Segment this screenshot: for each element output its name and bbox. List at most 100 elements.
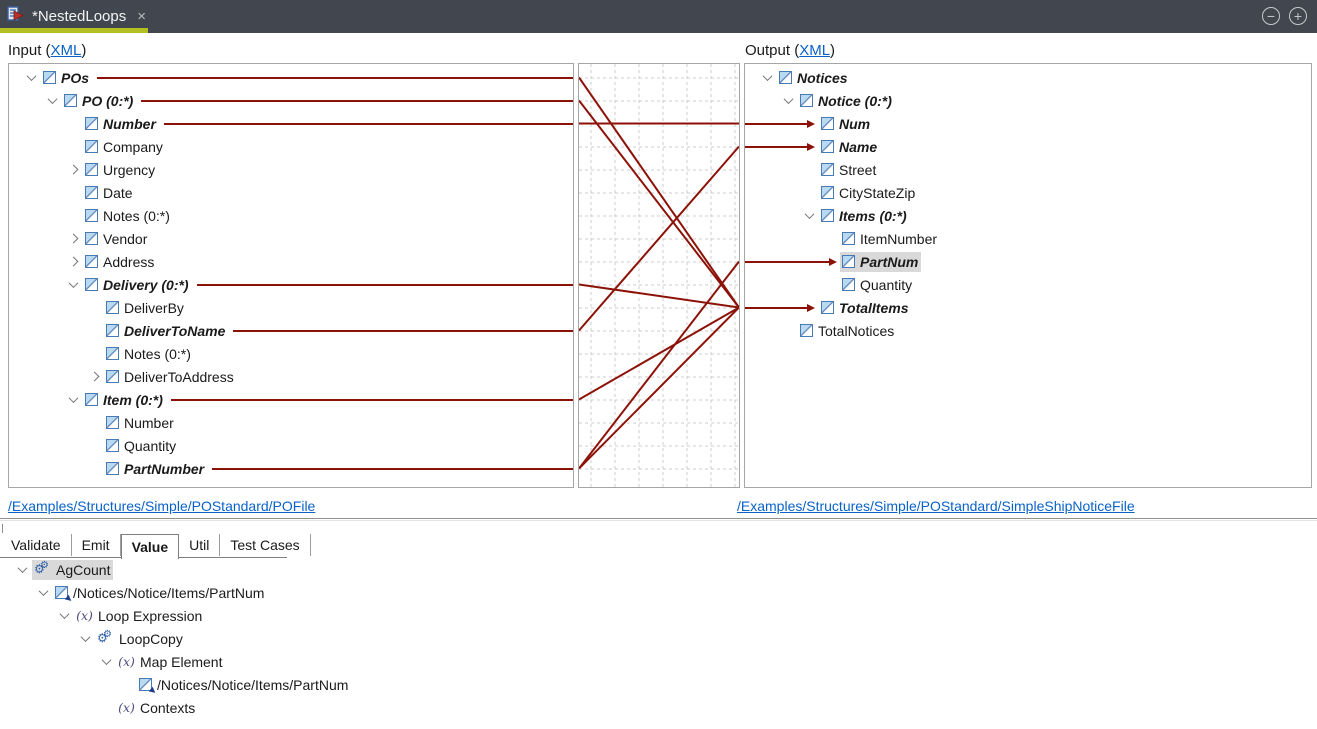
item-label: Company [103, 139, 163, 155]
tree-item-street[interactable]: Street [745, 158, 1311, 181]
tree-item-loop-expression[interactable]: (x)Loop Expression [0, 604, 760, 627]
xml-element-icon [842, 232, 855, 245]
output-file-link[interactable]: /Examples/Structures/Simple/POStandard/S… [737, 498, 1135, 514]
tab-value[interactable]: Value [121, 534, 180, 559]
xml-element-icon [85, 278, 98, 291]
item-content: TotalItems [819, 298, 912, 318]
chevron-right-icon[interactable] [63, 250, 83, 273]
tree-item-num[interactable]: Num [745, 112, 1311, 135]
app-window: *NestedLoops × − + Input (XML) Output (X… [0, 0, 1317, 729]
item-content: Item (0:*) [83, 390, 166, 410]
item-label: Urgency [103, 162, 155, 178]
tree-item-notices-notice-items-partnum[interactable]: /Notices/Notice/Items/PartNum [0, 581, 760, 604]
horizontal-splitter[interactable] [0, 518, 1317, 521]
tree-item-urgency[interactable]: Urgency [9, 158, 573, 181]
tree-item-date[interactable]: Date [9, 181, 573, 204]
item-label: Quantity [124, 438, 176, 454]
map-document-icon [7, 6, 25, 28]
tree-item-pos[interactable]: POs [9, 66, 573, 89]
tree-item-map-element[interactable]: (x)Map Element [0, 650, 760, 673]
input-file-link[interactable]: /Examples/Structures/Simple/POStandard/P… [8, 498, 315, 514]
item-content: PO (0:*) [62, 91, 136, 111]
output-xml-link[interactable]: XML [799, 42, 830, 59]
tree-item-notices-notice-items-partnum[interactable]: /Notices/Notice/Items/PartNum [0, 673, 760, 696]
document-tab[interactable]: *NestedLoops × [0, 0, 150, 33]
tree-item-deliverby[interactable]: DeliverBy [9, 296, 573, 319]
tree-item-quantity[interactable]: Quantity [9, 434, 573, 457]
collapse-circle-button[interactable]: − [1262, 7, 1280, 25]
tree-item-company[interactable]: Company [9, 135, 573, 158]
tree-item-itemnumber[interactable]: ItemNumber [745, 227, 1311, 250]
chevron-right-icon[interactable] [84, 365, 104, 388]
tree-item-item-0[interactable]: Item (0:*) [9, 388, 573, 411]
tree-item-delivertoname[interactable]: DeliverToName [9, 319, 573, 342]
chevron-down-icon[interactable] [63, 273, 83, 296]
tree-item-quantity[interactable]: Quantity [745, 273, 1311, 296]
input-xml-link[interactable]: XML [51, 42, 82, 59]
tree-item-delivertoaddress[interactable]: DeliverToAddress [9, 365, 573, 388]
chevron-spacer [84, 319, 104, 342]
tree-item-address[interactable]: Address [9, 250, 573, 273]
tree-item-po-0[interactable]: PO (0:*) [9, 89, 573, 112]
chevron-down-icon[interactable] [757, 66, 777, 89]
tree-item-totalitems[interactable]: TotalItems [745, 296, 1311, 319]
xml-element-icon [106, 416, 119, 429]
gears-function-icon: ⚙⚙ [34, 562, 51, 577]
chevron-down-icon[interactable] [33, 581, 53, 604]
close-tab-icon[interactable]: × [137, 9, 146, 24]
tree-item-citystatezip[interactable]: CityStateZip [745, 181, 1311, 204]
chevron-spacer [820, 273, 840, 296]
chevron-down-icon[interactable] [21, 66, 41, 89]
tree-item-number[interactable]: Number [9, 411, 573, 434]
tree-item-notes-0[interactable]: Notes (0:*) [9, 342, 573, 365]
chevron-down-icon[interactable] [42, 89, 62, 112]
tree-item-notes-0[interactable]: Notes (0:*) [9, 204, 573, 227]
tree-item-notices[interactable]: Notices [745, 66, 1311, 89]
tab-validate[interactable]: Validate [1, 534, 72, 556]
tree-item-name[interactable]: Name [745, 135, 1311, 158]
tree-item-vendor[interactable]: Vendor [9, 227, 573, 250]
chevron-right-icon[interactable] [63, 158, 83, 181]
chevron-right-icon[interactable] [63, 227, 83, 250]
item-label: Vendor [103, 231, 147, 247]
tree-item-delivery-0[interactable]: Delivery (0:*) [9, 273, 573, 296]
item-label: Date [103, 185, 133, 201]
tree-item-items-0[interactable]: Items (0:*) [745, 204, 1311, 227]
titlebar: *NestedLoops × − + [0, 0, 1317, 33]
tree-item-agcount[interactable]: ⚙⚙AgCount [0, 558, 760, 581]
chevron-down-icon[interactable] [63, 388, 83, 411]
item-content: DeliverBy [104, 298, 187, 318]
item-content: Notes (0:*) [83, 206, 173, 226]
xml-element-icon [85, 186, 98, 199]
tab-util[interactable]: Util [179, 534, 220, 556]
chevron-down-icon[interactable] [12, 558, 32, 581]
tree-item-number[interactable]: Number [9, 112, 573, 135]
chevron-down-icon[interactable] [96, 650, 116, 673]
mapping-arrow [745, 146, 807, 148]
mapping-line [171, 399, 573, 401]
item-label: PO (0:*) [82, 93, 133, 109]
xml-element-icon [821, 163, 834, 176]
tree-item-contexts[interactable]: (x)Contexts [0, 696, 760, 719]
tree-item-notice-0[interactable]: Notice (0:*) [745, 89, 1311, 112]
item-content: Quantity [104, 436, 179, 456]
xml-element-icon [85, 163, 98, 176]
tree-item-totalnotices[interactable]: TotalNotices [745, 319, 1311, 342]
chevron-spacer [799, 158, 819, 181]
chevron-down-icon[interactable] [54, 604, 74, 627]
bottom-tab-bar: ValidateEmitValueUtilTest Cases [1, 534, 311, 559]
tree-item-partnum[interactable]: PartNum [745, 250, 1311, 273]
tab-test-cases[interactable]: Test Cases [220, 534, 310, 556]
item-content: Date [83, 183, 136, 203]
item-label: PartNum [860, 254, 918, 270]
tree-item-partnumber[interactable]: PartNumber [9, 457, 573, 480]
splitter-grip[interactable] [2, 524, 3, 533]
item-content: DeliverToName [104, 321, 228, 341]
input-tree-panel: POs PO (0:*) Number Company Urgency Date Notes… [8, 63, 574, 488]
chevron-down-icon[interactable] [799, 204, 819, 227]
tab-emit[interactable]: Emit [72, 534, 121, 556]
expand-circle-button[interactable]: + [1289, 7, 1307, 25]
chevron-down-icon[interactable] [75, 627, 95, 650]
chevron-down-icon[interactable] [778, 89, 798, 112]
tree-item-loopcopy[interactable]: ⚙⚙LoopCopy [0, 627, 760, 650]
